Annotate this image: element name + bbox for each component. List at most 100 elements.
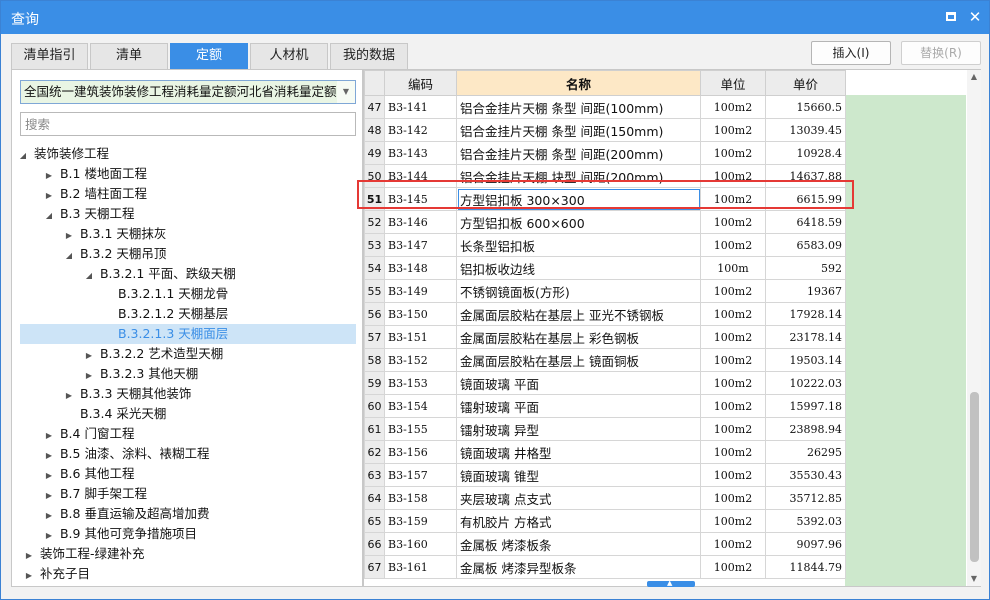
cell-name[interactable]: 金属面层胶粘在基层上 亚光不锈钢板 [456, 302, 701, 326]
table-row[interactable]: 57 B3-151 金属面层胶粘在基层上 彩色钢板 100m2 23178.14 [364, 325, 846, 349]
cell-unit[interactable]: 100m [700, 256, 766, 280]
table-row[interactable]: 61 B3-155 镭射玻璃 异型 100m2 23898.94 [364, 417, 846, 441]
cell-price[interactable]: 5392.03 [765, 509, 846, 533]
tree-node[interactable]: ▶ B.1 楼地面工程 [42, 164, 147, 184]
cell-code[interactable]: B3-146 [384, 210, 457, 234]
tab-labor-material[interactable]: 人材机 [250, 43, 328, 69]
tree-node[interactable]: ◢ B.3 天棚工程 [42, 204, 135, 226]
cell-code[interactable]: B3-141 [384, 95, 457, 119]
table-row[interactable]: 64 B3-158 夹层玻璃 点支式 100m2 35712.85 [364, 486, 846, 510]
cell-price[interactable]: 6583.09 [765, 233, 846, 257]
cell-code[interactable]: B3-153 [384, 371, 457, 395]
tree-node[interactable]: B.3.2.1.1 天棚龙骨 [106, 284, 228, 304]
cell-name[interactable]: 金属板 烤漆板条 [456, 532, 701, 556]
scroll-down-icon[interactable]: ▼ [967, 572, 981, 586]
scrollbar-thumb[interactable] [970, 392, 979, 562]
cell-unit[interactable]: 100m2 [700, 394, 766, 418]
expand-icon[interactable]: ▶ [22, 566, 36, 586]
collapse-icon[interactable]: ◢ [62, 246, 76, 266]
collapse-icon[interactable]: ◢ [42, 206, 56, 226]
cell-unit[interactable]: 100m2 [700, 95, 766, 119]
expand-icon[interactable]: ▶ [42, 486, 56, 506]
cell-unit[interactable]: 100m2 [700, 555, 766, 579]
table-row[interactable]: 67 B3-161 金属板 烤漆异型板条 100m2 11844.79 [364, 555, 846, 579]
tree-node[interactable]: B.3.2.1.2 天棚基层 [106, 304, 228, 324]
cell-price[interactable]: 11844.79 [765, 555, 846, 579]
cell-unit[interactable]: 100m2 [700, 440, 766, 464]
tree-node[interactable]: ▶ B.2 墙柱面工程 [42, 184, 147, 204]
cell-unit[interactable]: 100m2 [700, 210, 766, 234]
tab-list-guide[interactable]: 清单指引 [11, 43, 88, 69]
cell-unit[interactable]: 100m2 [700, 118, 766, 142]
cell-code[interactable]: B3-161 [384, 555, 457, 579]
expand-icon[interactable]: ▶ [42, 466, 56, 486]
cell-code[interactable]: B3-147 [384, 233, 457, 257]
table-row[interactable]: 59 B3-153 镜面玻璃 平面 100m2 10222.03 [364, 371, 846, 395]
cell-price[interactable]: 10928.4 [765, 141, 846, 165]
table-row[interactable]: 54 B3-148 铝扣板收边线 100m 592 [364, 256, 846, 280]
cell-code[interactable]: B3-152 [384, 348, 457, 372]
tab-quota[interactable]: 定额 [170, 43, 248, 69]
tree-node[interactable]: ▶ B.3.2.3 其他天棚 [82, 364, 198, 384]
search-input[interactable] [20, 112, 356, 136]
cell-price[interactable]: 26295 [765, 440, 846, 464]
cell-name[interactable]: 金属面层胶粘在基层上 镜面铜板 [456, 348, 701, 372]
cell-code[interactable]: B3-154 [384, 394, 457, 418]
cell-price[interactable]: 23898.94 [765, 417, 846, 441]
cell-price[interactable]: 10222.03 [765, 371, 846, 395]
cell-code[interactable]: B3-160 [384, 532, 457, 556]
table-row[interactable]: 53 B3-147 长条型铝扣板 100m2 6583.09 [364, 233, 846, 257]
cell-code[interactable]: B3-159 [384, 509, 457, 533]
tree-node[interactable]: ▶ B.7 脚手架工程 [42, 484, 147, 504]
header-unit[interactable]: 单位 [700, 70, 766, 96]
expand-icon[interactable]: ▶ [42, 166, 56, 186]
cell-code[interactable]: B3-149 [384, 279, 457, 303]
header-price[interactable]: 单价 [765, 70, 846, 96]
insert-button[interactable]: 插入(I) [811, 41, 891, 65]
cell-name[interactable]: 夹层玻璃 点支式 [456, 486, 701, 510]
cell-unit[interactable]: 100m2 [700, 141, 766, 165]
cell-name[interactable]: 金属板 烤漆异型板条 [456, 555, 701, 579]
cell-name[interactable]: 不锈钢镜面板(方形) [456, 279, 701, 303]
cell-unit[interactable]: 100m2 [700, 417, 766, 441]
cell-code[interactable]: B3-158 [384, 486, 457, 510]
cell-name[interactable]: 铝合金挂片天棚 条型 间距(100mm) [456, 95, 701, 119]
maximize-button[interactable] [942, 8, 960, 26]
table-row[interactable]: 63 B3-157 镜面玻璃 锥型 100m2 35530.43 [364, 463, 846, 487]
expand-icon[interactable]: ▶ [62, 386, 76, 406]
quota-library-select[interactable]: 全国统一建筑装饰装修工程消耗量定额河北省消耗量定额(20 ▼ [20, 80, 356, 104]
cell-name[interactable]: 镭射玻璃 平面 [456, 394, 701, 418]
cell-name[interactable]: 铝合金挂片天棚 条型 间距(200mm) [456, 141, 701, 165]
expand-icon[interactable]: ▶ [62, 226, 76, 246]
cell-unit[interactable]: 100m2 [700, 233, 766, 257]
cell-code[interactable]: B3-155 [384, 417, 457, 441]
cell-code[interactable]: B3-157 [384, 463, 457, 487]
table-row[interactable]: 62 B3-156 镜面玻璃 井格型 100m2 26295 [364, 440, 846, 464]
cell-price[interactable]: 19367 [765, 279, 846, 303]
collapse-icon[interactable]: ◢ [16, 146, 30, 166]
cell-code[interactable]: B3-143 [384, 141, 457, 165]
cell-unit[interactable]: 100m2 [700, 371, 766, 395]
cell-price[interactable]: 35530.43 [765, 463, 846, 487]
close-button[interactable]: ✕ [966, 8, 984, 26]
cell-unit[interactable]: 100m2 [700, 325, 766, 349]
cell-price[interactable]: 13039.45 [765, 118, 846, 142]
tab-my-data[interactable]: 我的数据 [330, 43, 408, 69]
tree-node[interactable]: ▶ B.3.2.2 艺术造型天棚 [82, 344, 223, 364]
cell-price[interactable]: 23178.14 [765, 325, 846, 349]
header-code[interactable]: 编码 [384, 70, 457, 96]
cell-code[interactable]: B3-148 [384, 256, 457, 280]
table-row[interactable]: 66 B3-160 金属板 烤漆板条 100m2 9097.96 [364, 532, 846, 556]
cell-price[interactable]: 15997.18 [765, 394, 846, 418]
tree-node[interactable]: ▶ B.9 其他可竞争措施项目 [42, 524, 197, 544]
cell-price[interactable]: 9097.96 [765, 532, 846, 556]
cell-name[interactable]: 方型铝扣板 600×600 [456, 210, 701, 234]
table-row[interactable]: 58 B3-152 金属面层胶粘在基层上 镜面铜板 100m2 19503.14 [364, 348, 846, 372]
chevron-down-icon[interactable]: ▼ [337, 81, 355, 103]
vertical-scrollbar[interactable]: ▲ ▼ [967, 70, 981, 586]
cell-price[interactable]: 35712.85 [765, 486, 846, 510]
tree-node[interactable]: ▶ B.4 门窗工程 [42, 424, 135, 444]
cell-code[interactable]: B3-156 [384, 440, 457, 464]
cell-name[interactable]: 镜面玻璃 平面 [456, 371, 701, 395]
tree-node[interactable]: ◢ 装饰装修工程 [16, 144, 109, 164]
